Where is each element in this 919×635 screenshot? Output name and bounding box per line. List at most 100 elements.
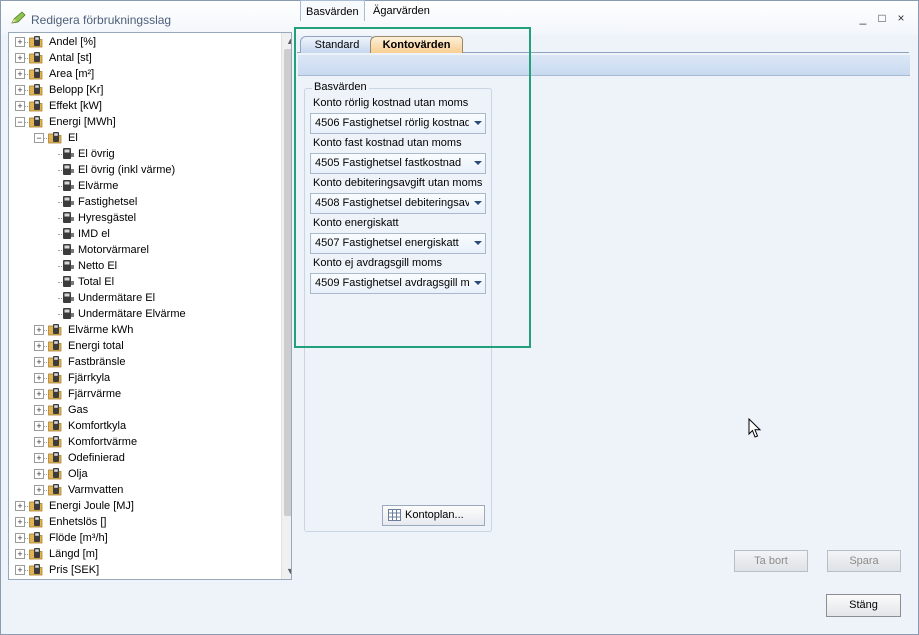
tree-item-label: IMD el bbox=[78, 228, 110, 240]
tree-item-label: Effekt [kW] bbox=[49, 100, 102, 112]
tree-item[interactable]: + Andel [%] bbox=[9, 34, 279, 50]
meter-icon bbox=[63, 148, 74, 159]
category-tree[interactable]: + Andel [%] + Antal [st] + Area [m²] + Belopp [… bbox=[8, 32, 292, 580]
tree-item[interactable]: + Energi total bbox=[9, 338, 279, 354]
tree-item[interactable]: + Enhetslös [] bbox=[9, 514, 279, 530]
tree-item[interactable]: Netto El bbox=[9, 258, 279, 274]
window-title: Redigera förbrukningsslag bbox=[31, 13, 172, 27]
expand-icon[interactable]: + bbox=[15, 517, 25, 527]
tree-item[interactable]: + Flöde [m³/h] bbox=[9, 530, 279, 546]
expand-icon[interactable]: + bbox=[34, 341, 44, 351]
close-button[interactable]: × bbox=[894, 11, 908, 25]
expand-icon[interactable]: + bbox=[34, 405, 44, 415]
tree-item[interactable]: − Energi [MWh] bbox=[9, 114, 279, 130]
grid-icon bbox=[388, 509, 401, 521]
tree-item[interactable]: Total El bbox=[9, 274, 279, 290]
tree-item-label: Netto El bbox=[78, 260, 118, 272]
tree-item[interactable]: + Elvärme kWh bbox=[9, 322, 279, 338]
expand-icon[interactable]: + bbox=[34, 485, 44, 495]
tree-item[interactable]: + Olja bbox=[9, 466, 279, 482]
tree-item[interactable]: + Komfortkyla bbox=[9, 418, 279, 434]
tree-item[interactable]: Fastighetsel bbox=[9, 194, 279, 210]
folder-meter-icon bbox=[48, 356, 62, 368]
folder-meter-icon bbox=[48, 388, 62, 400]
expand-icon[interactable]: + bbox=[34, 389, 44, 399]
folder-meter-icon bbox=[29, 532, 43, 544]
scrollbar-thumb[interactable] bbox=[284, 49, 291, 516]
tree-item[interactable]: + Area [m²] bbox=[9, 66, 279, 82]
tree-item-label: El övrig bbox=[78, 148, 115, 160]
subtab-agarvarden[interactable]: Ägarvärden bbox=[368, 0, 435, 20]
collapse-icon[interactable]: − bbox=[34, 133, 44, 143]
expand-icon[interactable]: + bbox=[15, 37, 25, 47]
tree-scrollbar[interactable]: ▲ ▼ bbox=[281, 33, 291, 579]
expand-icon[interactable]: + bbox=[15, 565, 25, 575]
tree-item[interactable]: + Längd [m] bbox=[9, 546, 279, 562]
expand-icon[interactable]: + bbox=[34, 437, 44, 447]
folder-meter-icon bbox=[29, 84, 43, 96]
tree-item[interactable]: + Gas bbox=[9, 402, 279, 418]
tree-item[interactable]: Hyresgästel bbox=[9, 210, 279, 226]
folder-meter-icon bbox=[29, 36, 43, 48]
tree-item[interactable]: + Pris [SEK] bbox=[9, 562, 279, 578]
tree-item[interactable]: Elvärme bbox=[9, 178, 279, 194]
expand-icon[interactable]: + bbox=[34, 469, 44, 479]
meter-icon bbox=[63, 164, 74, 175]
tree-item-label: Olja bbox=[68, 468, 88, 480]
scroll-down-arrow[interactable]: ▼ bbox=[282, 563, 291, 579]
tree-item[interactable]: + Energi Joule [MJ] bbox=[9, 498, 279, 514]
tree-item-label: Energi [MWh] bbox=[49, 116, 116, 128]
minimize-button[interactable]: _ bbox=[856, 11, 870, 25]
maximize-button[interactable]: □ bbox=[875, 11, 889, 25]
tree-item[interactable]: El övrig bbox=[9, 146, 279, 162]
tree-item[interactable]: + Belopp [Kr] bbox=[9, 82, 279, 98]
expand-icon[interactable]: + bbox=[15, 549, 25, 559]
expand-icon[interactable]: + bbox=[34, 453, 44, 463]
folder-meter-icon bbox=[48, 132, 62, 144]
tree-item[interactable]: IMD el bbox=[9, 226, 279, 242]
expand-icon[interactable]: + bbox=[15, 533, 25, 543]
ta-bort-button[interactable]: Ta bort bbox=[734, 550, 808, 572]
tree-item[interactable]: − El bbox=[9, 130, 279, 146]
tree-item[interactable]: + Fjärrkyla bbox=[9, 370, 279, 386]
expand-icon[interactable]: + bbox=[34, 421, 44, 431]
folder-meter-icon bbox=[48, 420, 62, 432]
tree-item[interactable]: El övrig (inkl värme) bbox=[9, 162, 279, 178]
expand-icon[interactable]: + bbox=[15, 101, 25, 111]
expand-icon[interactable]: + bbox=[15, 85, 25, 95]
tree-item[interactable]: + Fjärrvärme bbox=[9, 386, 279, 402]
expand-icon[interactable]: + bbox=[15, 69, 25, 79]
tree-item[interactable]: + Antal [st] bbox=[9, 50, 279, 66]
expand-icon[interactable]: + bbox=[34, 373, 44, 383]
tree-item[interactable]: Undermätare El bbox=[9, 290, 279, 306]
stang-button[interactable]: Stäng bbox=[826, 594, 901, 617]
tree-item-label: Antal [st] bbox=[49, 52, 92, 64]
pencil-icon bbox=[11, 11, 26, 24]
tree-item[interactable]: Motorvärmarel bbox=[9, 242, 279, 258]
kontoplan-button[interactable]: Kontoplan... bbox=[382, 505, 485, 526]
tree-item-label: Elvärme bbox=[78, 180, 119, 192]
folder-meter-icon bbox=[48, 484, 62, 496]
subtab-basvarden[interactable]: Basvärden bbox=[300, 0, 365, 21]
tree-item[interactable]: Undermätare Elvärme bbox=[9, 306, 279, 322]
meter-icon bbox=[63, 196, 74, 207]
expand-icon[interactable]: + bbox=[34, 325, 44, 335]
expand-icon[interactable]: + bbox=[15, 501, 25, 511]
folder-meter-icon bbox=[48, 372, 62, 384]
expand-icon[interactable]: + bbox=[15, 53, 25, 63]
tree-item[interactable]: + Varmvatten bbox=[9, 482, 279, 498]
folder-meter-icon bbox=[29, 516, 43, 528]
highlight-box bbox=[294, 27, 531, 348]
collapse-icon[interactable]: − bbox=[15, 117, 25, 127]
tree-item-label: Hyresgästel bbox=[78, 212, 137, 224]
tree-item[interactable]: + Odefinierad bbox=[9, 450, 279, 466]
expand-icon[interactable]: + bbox=[34, 357, 44, 367]
spara-button[interactable]: Spara bbox=[827, 550, 901, 572]
folder-meter-icon bbox=[48, 436, 62, 448]
scroll-up-arrow[interactable]: ▲ bbox=[282, 33, 291, 49]
tree-item[interactable]: + Fastbränsle bbox=[9, 354, 279, 370]
meter-icon bbox=[63, 292, 74, 303]
tree-item[interactable]: + Komfortvärme bbox=[9, 434, 279, 450]
folder-meter-icon bbox=[29, 500, 43, 512]
tree-item[interactable]: + Effekt [kW] bbox=[9, 98, 279, 114]
